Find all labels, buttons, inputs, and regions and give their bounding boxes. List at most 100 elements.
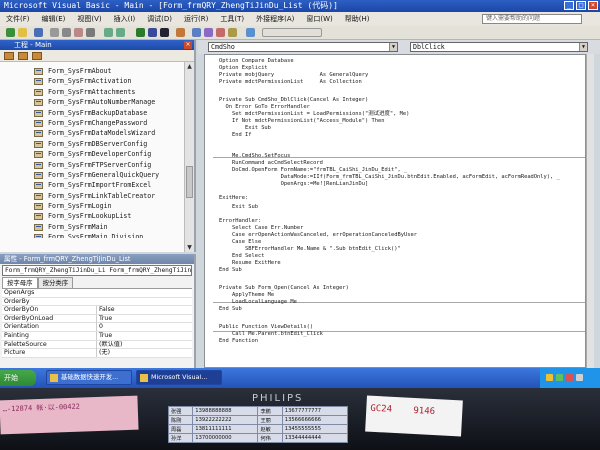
code-editor[interactable]: Option Compare Database Option Explicit Pr… <box>204 54 586 368</box>
network-icon[interactable] <box>546 374 553 381</box>
object-select[interactable]: CmdSho ▼ <box>208 42 398 52</box>
property-row[interactable]: OrderBy <box>2 298 192 307</box>
volume-icon[interactable] <box>576 374 583 381</box>
project-explorer-panel: 工程 - Main × Form_SysFrmAbout Form_SysFrmA… <box>0 40 196 252</box>
run-icon[interactable] <box>136 28 145 37</box>
properties-tab[interactable]: 按分类序 <box>37 277 74 288</box>
project-explorer-toolbar <box>0 50 194 62</box>
code-vertical-scrollbar[interactable] <box>586 54 594 368</box>
menu-item[interactable]: 运行(R) <box>178 12 214 26</box>
project-explorer-icon[interactable] <box>192 28 201 37</box>
properties-object-select[interactable]: Form_frmQRY_ZhengTiJinDu_Li Form_frmQRY_… <box>2 265 192 276</box>
form-module-icon <box>34 78 43 86</box>
menu-item[interactable]: 工具(T) <box>214 12 250 26</box>
menu-item[interactable]: 调试(D) <box>141 12 178 26</box>
scroll-down-icon[interactable]: ▼ <box>186 244 193 251</box>
property-value[interactable]: (无) <box>96 349 192 358</box>
menu-item[interactable]: 外接程序(A) <box>250 12 300 26</box>
tree-item[interactable]: Form_SysFrmMain <box>0 222 194 232</box>
property-value[interactable]: 0 <box>96 323 192 332</box>
procedure-select[interactable]: DblClick ▼ <box>410 42 588 52</box>
tree-item[interactable]: Form_SysFrmLinkTableCreator <box>0 191 194 201</box>
cut-icon[interactable] <box>50 28 59 37</box>
tree-item[interactable]: Form_SysFrmDeveloperConfig <box>0 149 194 159</box>
reset-icon[interactable] <box>160 28 169 37</box>
find-icon[interactable] <box>86 28 95 37</box>
start-button[interactable]: 开始 <box>0 370 36 386</box>
menu-item[interactable]: 视图(V) <box>71 12 107 26</box>
property-value[interactable]: (默认值) <box>96 340 192 349</box>
property-row[interactable]: Orientation 0 <box>2 323 192 332</box>
tree-item[interactable]: Form_SysFrmGeneralQuickQuery <box>0 170 194 180</box>
tree-item[interactable]: Form_SysFrmAttachments <box>0 87 194 97</box>
tree-item[interactable]: Form_SysFrmMain_Division <box>0 232 194 238</box>
contact-cell: 13988888888 <box>192 406 259 416</box>
menu-item[interactable]: 窗口(W) <box>300 12 338 26</box>
taskbar-item-label: 基础数据快速开发... <box>61 373 119 381</box>
insert-module-icon[interactable] <box>18 28 27 37</box>
property-value[interactable]: True <box>96 314 192 323</box>
contact-cell: 13922222222 <box>192 415 259 425</box>
tree-item[interactable]: Form_SysFrmChangePassword <box>0 118 194 128</box>
property-value[interactable]: True <box>96 331 192 340</box>
maximize-icon[interactable]: □ <box>576 1 586 10</box>
properties-tab[interactable]: 按字母序 <box>2 277 38 288</box>
menu-item[interactable]: 帮助(H) <box>339 12 376 26</box>
property-row[interactable]: Painting True <box>2 331 192 341</box>
contact-cell: 13700000000 <box>192 433 259 443</box>
tree-item[interactable]: Form_SysFrmDataModelsWizard <box>0 128 194 138</box>
taskbar-item[interactable]: 基础数据快速开发... <box>46 370 132 385</box>
help-search-input[interactable]: 键入需要帮助的问题 <box>482 14 582 24</box>
tree-item[interactable]: Form_SysFrmLookupList <box>0 211 194 221</box>
contact-cell: 陈刚 <box>167 415 194 425</box>
tree-item[interactable]: Form_SysFrmLogin <box>0 201 194 211</box>
minimize-icon[interactable]: _ <box>564 1 574 10</box>
window-titlebar[interactable]: Microsoft Visual Basic - Main - [Form_fr… <box>0 0 600 12</box>
antivirus-icon[interactable] <box>566 374 573 381</box>
copy-icon[interactable] <box>62 28 71 37</box>
break-icon[interactable] <box>148 28 157 37</box>
view-access-icon[interactable] <box>6 28 15 37</box>
menu-item[interactable]: 插入(I) <box>108 12 142 26</box>
toolbox-icon[interactable] <box>228 28 237 37</box>
property-row[interactable]: Picture (无) <box>2 349 192 358</box>
security-icon[interactable] <box>556 374 563 381</box>
view-object-icon[interactable] <box>18 52 28 60</box>
tree-item[interactable]: Form_SysFrmActivation <box>0 76 194 86</box>
property-row[interactable]: OrderByOnLoad True <box>2 314 192 324</box>
project-tree-scrollbar[interactable]: ▲ ▼ <box>184 62 194 252</box>
undo-icon[interactable] <box>104 28 113 37</box>
scroll-up-icon[interactable]: ▲ <box>186 63 193 70</box>
code-line: End If <box>219 132 252 138</box>
form-module-icon <box>34 119 43 127</box>
view-code-icon[interactable] <box>4 52 14 60</box>
property-row[interactable]: PaletteSource (默认值) <box>2 340 192 350</box>
tree-item[interactable]: Form_SysFrmImportFromExcel <box>0 180 194 190</box>
tree-item-label: Form_SysFrmFTPServerConfig <box>48 160 152 169</box>
tree-item[interactable]: Form_SysFrmAutoNumberManage <box>0 97 194 107</box>
tree-item[interactable]: Form_SysFrmAbout <box>0 66 194 76</box>
tree-item[interactable]: Form_SysFrmDBServerConfig <box>0 139 194 149</box>
chevron-down-icon[interactable]: ▼ <box>579 43 587 51</box>
tree-item-label: Form_SysFrmAutoNumberManage <box>48 98 156 107</box>
menu-item[interactable]: 编辑(E) <box>36 12 72 26</box>
property-value[interactable]: False <box>96 306 192 315</box>
property-row[interactable]: OpenArgs <box>2 289 192 298</box>
redo-icon[interactable] <box>116 28 125 37</box>
taskbar-item[interactable]: Microsoft Visual... <box>136 370 222 385</box>
toggle-folders-icon[interactable] <box>32 52 42 60</box>
save-icon[interactable] <box>34 28 43 37</box>
tree-item[interactable]: Form_SysFrmFTPServerConfig <box>0 160 194 170</box>
design-mode-icon[interactable] <box>176 28 185 37</box>
object-browser-icon[interactable] <box>216 28 225 37</box>
close-icon[interactable]: × <box>184 41 192 49</box>
close-icon[interactable]: × <box>588 1 598 10</box>
property-row[interactable]: OrderByOn False <box>2 306 192 315</box>
properties-window-icon[interactable] <box>204 28 213 37</box>
tree-item[interactable]: Form_SysFrmBackupDatabase <box>0 108 194 118</box>
chevron-down-icon[interactable]: ▼ <box>389 43 397 51</box>
menu-item[interactable]: 文件(F) <box>0 12 36 26</box>
help-icon[interactable] <box>246 28 255 37</box>
paste-icon[interactable] <box>74 28 83 37</box>
scroll-thumb[interactable] <box>186 166 193 198</box>
